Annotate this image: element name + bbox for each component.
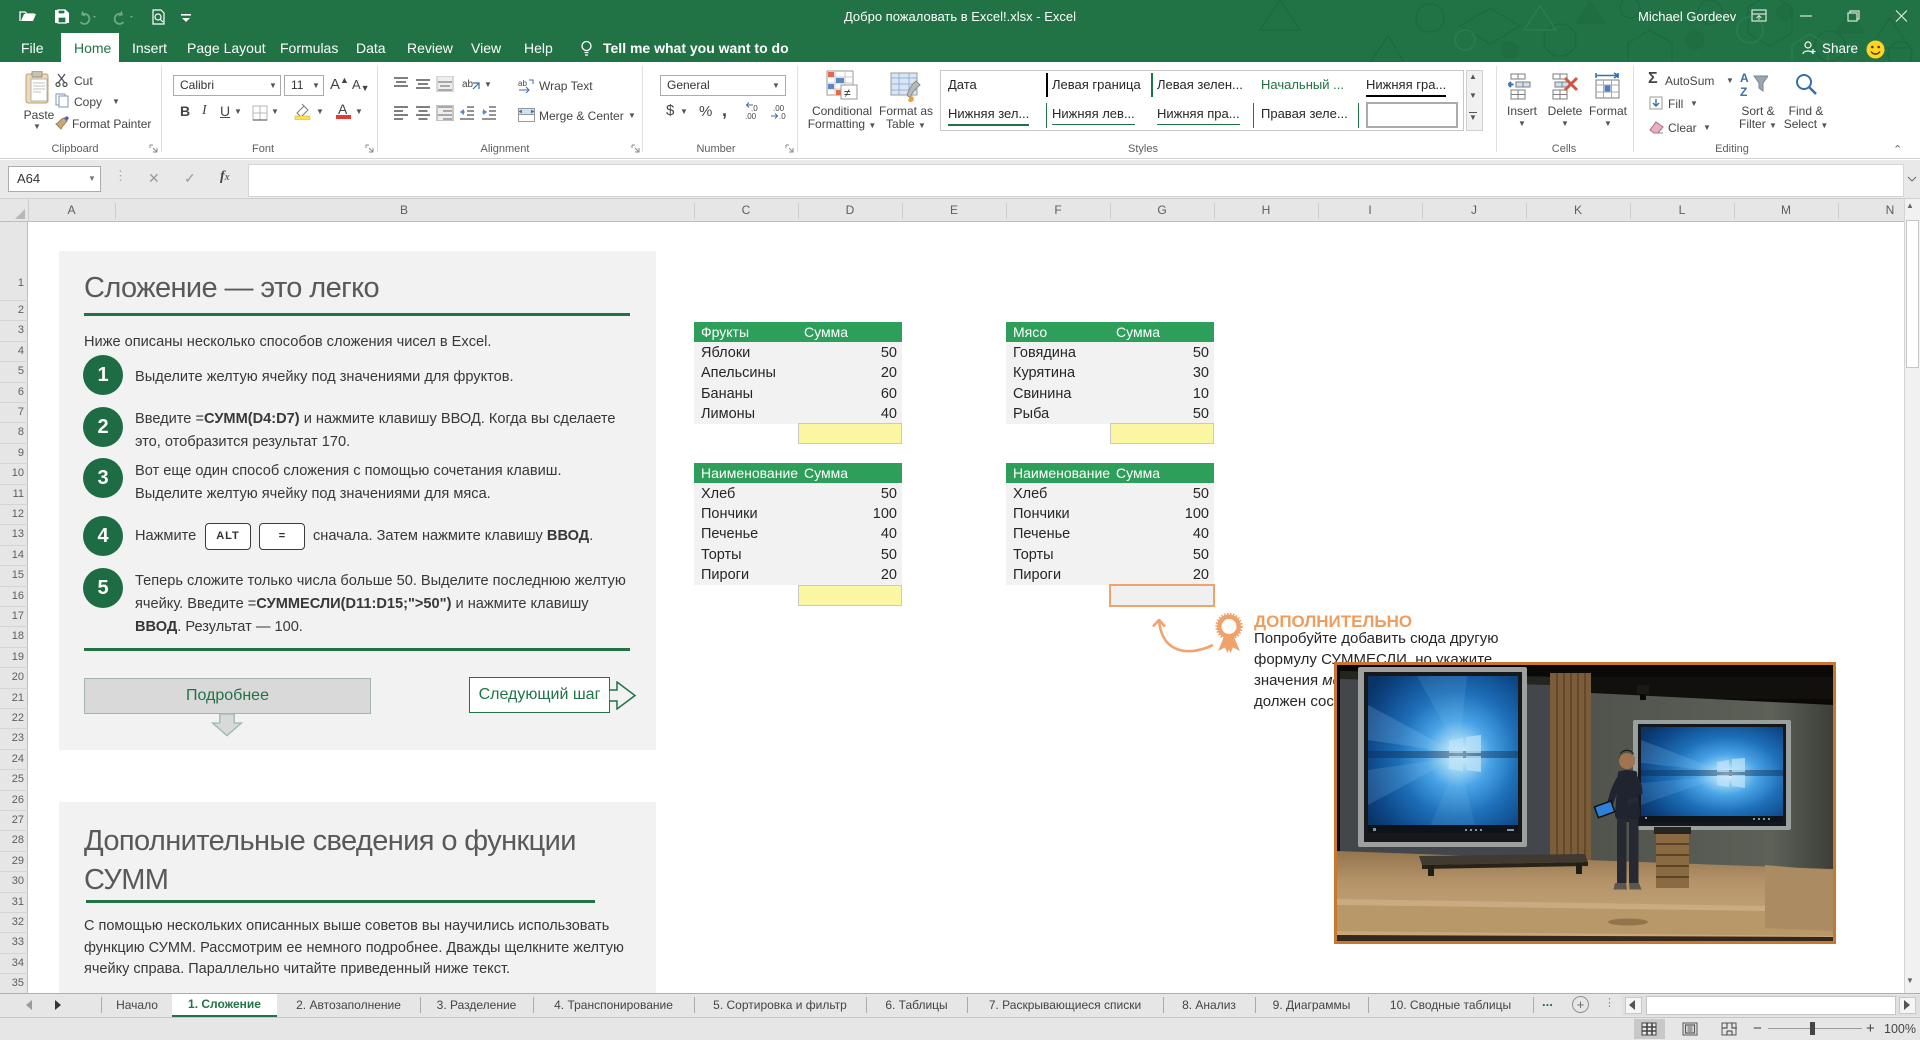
svg-text:Z: Z <box>1740 85 1747 99</box>
svg-text:ab: ab <box>518 79 527 88</box>
svg-text:≠: ≠ <box>844 86 851 100</box>
svg-text:.00: .00 <box>745 112 757 120</box>
svg-text:A: A <box>1740 71 1749 85</box>
svg-text:.0: .0 <box>779 112 786 120</box>
svg-text:ab: ab <box>462 79 474 90</box>
